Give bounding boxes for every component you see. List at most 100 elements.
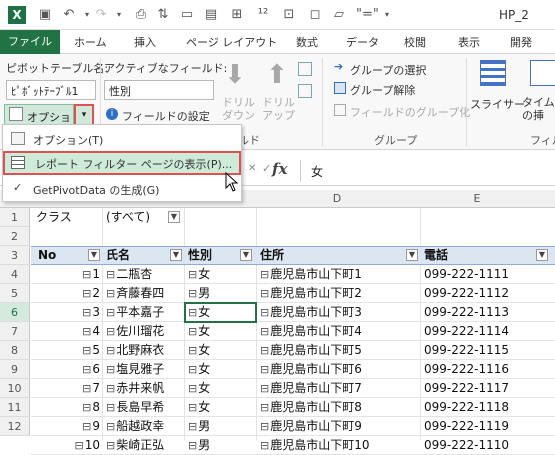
print-icon[interactable]: ⎙ [132,6,150,24]
drill-down-icon[interactable]: ⬇ [224,60,246,90]
cell-no[interactable]: ⊟1 [38,265,100,284]
menu-item-options[interactable]: オプション(T) [3,127,241,151]
expand-field-icon[interactable] [298,62,312,76]
cell-phone[interactable]: 099-222-1117 [424,379,554,398]
slicer-button[interactable]: スライサー [470,96,525,112]
collapse-icon[interactable]: ⊟ [260,401,269,414]
collapse-icon[interactable]: ⊟ [75,439,84,452]
font-size-icon[interactable]: ¹² [254,6,272,24]
cell-no[interactable]: ⊟3 [38,303,100,322]
options-button[interactable]: オプション [4,104,74,140]
cell-address[interactable]: ⊟鹿児島市山下町4 [260,322,418,341]
options-dropdown-arrow-icon[interactable]: ▾ [74,104,94,126]
cell-phone[interactable]: 099-222-1119 [424,417,554,436]
cell-address[interactable]: ⊟鹿児島市山下町3 [260,303,418,322]
collapse-icon[interactable]: ⊟ [82,420,91,433]
field-settings-button[interactable]: フィールドの設定 [122,108,210,124]
collapse-icon[interactable]: ⊟ [106,344,115,357]
cell-phone[interactable]: 099-222-1112 [424,284,554,303]
row-header[interactable]: 3 [0,246,30,265]
collapse-icon[interactable]: ⊟ [260,344,269,357]
cell-phone[interactable]: 099-222-1116 [424,360,554,379]
cell-address[interactable]: ⊟鹿児島市山下町8 [260,398,418,417]
ungroup-icon[interactable] [334,82,346,94]
cell-no[interactable]: ⊟4 [38,322,100,341]
tab-insert[interactable]: 挿入 [134,34,156,50]
folder-icon[interactable]: ▭ [178,6,196,24]
collapse-icon[interactable]: ⊟ [260,268,269,281]
equal-icon[interactable]: "=" [356,6,379,24]
tab-file[interactable]: ファイル [0,30,60,54]
row-header[interactable]: 6 [0,303,30,322]
collapse-icon[interactable]: ⊟ [188,363,197,376]
tab-home[interactable]: ホーム [74,34,107,50]
collapse-icon[interactable]: ⊟ [82,325,91,338]
timeline-button[interactable]: タイムラ の挿 [522,96,555,122]
collapse-icon[interactable]: ⊟ [188,344,197,357]
cell-address[interactable]: ⊟鹿児島市山下町5 [260,341,418,360]
cell-phone[interactable]: 099-222-1111 [424,265,554,284]
cancel-icon[interactable]: ✕ [248,163,256,174]
collapse-icon[interactable]: ⊟ [82,287,91,300]
save-icon[interactable]: ▣ [36,6,54,24]
collapse-icon[interactable]: ⊟ [106,268,115,281]
cell-name[interactable]: ⊟平本嘉子 [106,303,184,322]
borders-icon[interactable]: ⊞ [228,6,246,24]
cell-phone[interactable]: 099-222-1114 [424,322,554,341]
field-group-icon[interactable] [334,104,346,116]
collapse-icon[interactable]: ⊟ [106,382,115,395]
header-no-dropdown-icon[interactable]: ▼ [88,249,100,261]
row-header[interactable]: 2 [0,227,30,246]
cell-name[interactable]: ⊟塩見雅子 [106,360,184,379]
cell-name[interactable]: ⊟佐川瑠花 [106,322,184,341]
cell-gender[interactable]: ⊟女 [188,398,256,417]
ungroup-button[interactable]: グループ解除 [350,82,415,98]
group-selection-icon[interactable]: ➔ [334,60,343,73]
cell-gender[interactable]: ⊟女 [188,379,256,398]
menu-item-getpivotdata[interactable]: ✓ GetPivotData の生成(G) [3,177,241,201]
customize-qat-icon[interactable]: ▾ [378,6,396,24]
redo-dropdown-icon[interactable]: ▾ [110,6,128,24]
collapse-icon[interactable]: ⊟ [188,287,197,300]
cell-name[interactable]: ⊟長島早希 [106,398,184,417]
cell-name[interactable]: ⊟船越政幸 [106,417,184,436]
collapse-icon[interactable]: ⊟ [260,306,269,319]
field-group-button[interactable]: フィールドのグループ化 [350,104,470,120]
drill-down-button[interactable]: ドリル ダウン [222,96,255,122]
cell-phone[interactable]: 099-222-1118 [424,398,554,417]
cell-name[interactable]: ⊟北野麻衣 [106,341,184,360]
cell-gender[interactable]: ⊟女 [188,341,256,360]
cell-name[interactable]: ⊟赤井来帆 [106,379,184,398]
undo-icon[interactable]: ↶ [60,6,78,24]
cell-name[interactable]: ⊟斉藤春四 [106,284,184,303]
report-filter-dropdown-icon[interactable]: ▼ [168,211,180,223]
header-phone-dropdown-icon[interactable]: ▼ [536,249,548,261]
menu-item-report-filter-pages[interactable]: レポート フィルター ページの表示(P)... [3,151,241,175]
fx-icon[interactable]: fx [272,160,287,178]
row-header[interactable]: 9 [0,360,30,379]
collapse-icon[interactable]: ⊟ [106,420,115,433]
cell-gender[interactable]: ⊟女 [188,322,256,341]
collapse-icon[interactable]: ⊟ [82,382,91,395]
cell-gender[interactable]: ⊟女 [188,265,256,284]
sort-icon[interactable]: ⇅ [154,6,172,24]
drill-up-button[interactable]: ドリル アップ [262,96,295,122]
cell-gender[interactable]: ⊟男 [188,436,256,455]
row-header[interactable]: 12 [0,417,30,436]
cell-phone[interactable]: 099-222-1113 [424,303,554,322]
pivot-name-field[interactable]: ﾋﾟﾎﾞｯﾄﾃｰﾌﾞﾙ1 [6,80,96,100]
cell-phone[interactable]: 099-222-1110 [424,436,554,455]
collapse-field-icon[interactable] [298,84,312,98]
collapse-icon[interactable]: ⊟ [188,325,197,338]
collapse-icon[interactable]: ⊟ [82,363,91,376]
cell-no[interactable]: ⊟2 [38,284,100,303]
header-address-dropdown-icon[interactable]: ▼ [406,249,418,261]
collapse-icon[interactable]: ⊟ [260,382,269,395]
cell-no[interactable]: ⊟7 [38,379,100,398]
row-header[interactable]: 10 [0,379,30,398]
active-field-input[interactable]: 性別 [104,80,214,100]
row-header[interactable]: 5 [0,284,30,303]
header-name-dropdown-icon[interactable]: ▼ [170,249,182,261]
row-header[interactable]: 11 [0,398,30,417]
drill-up-icon[interactable]: ⬆ [266,60,288,90]
